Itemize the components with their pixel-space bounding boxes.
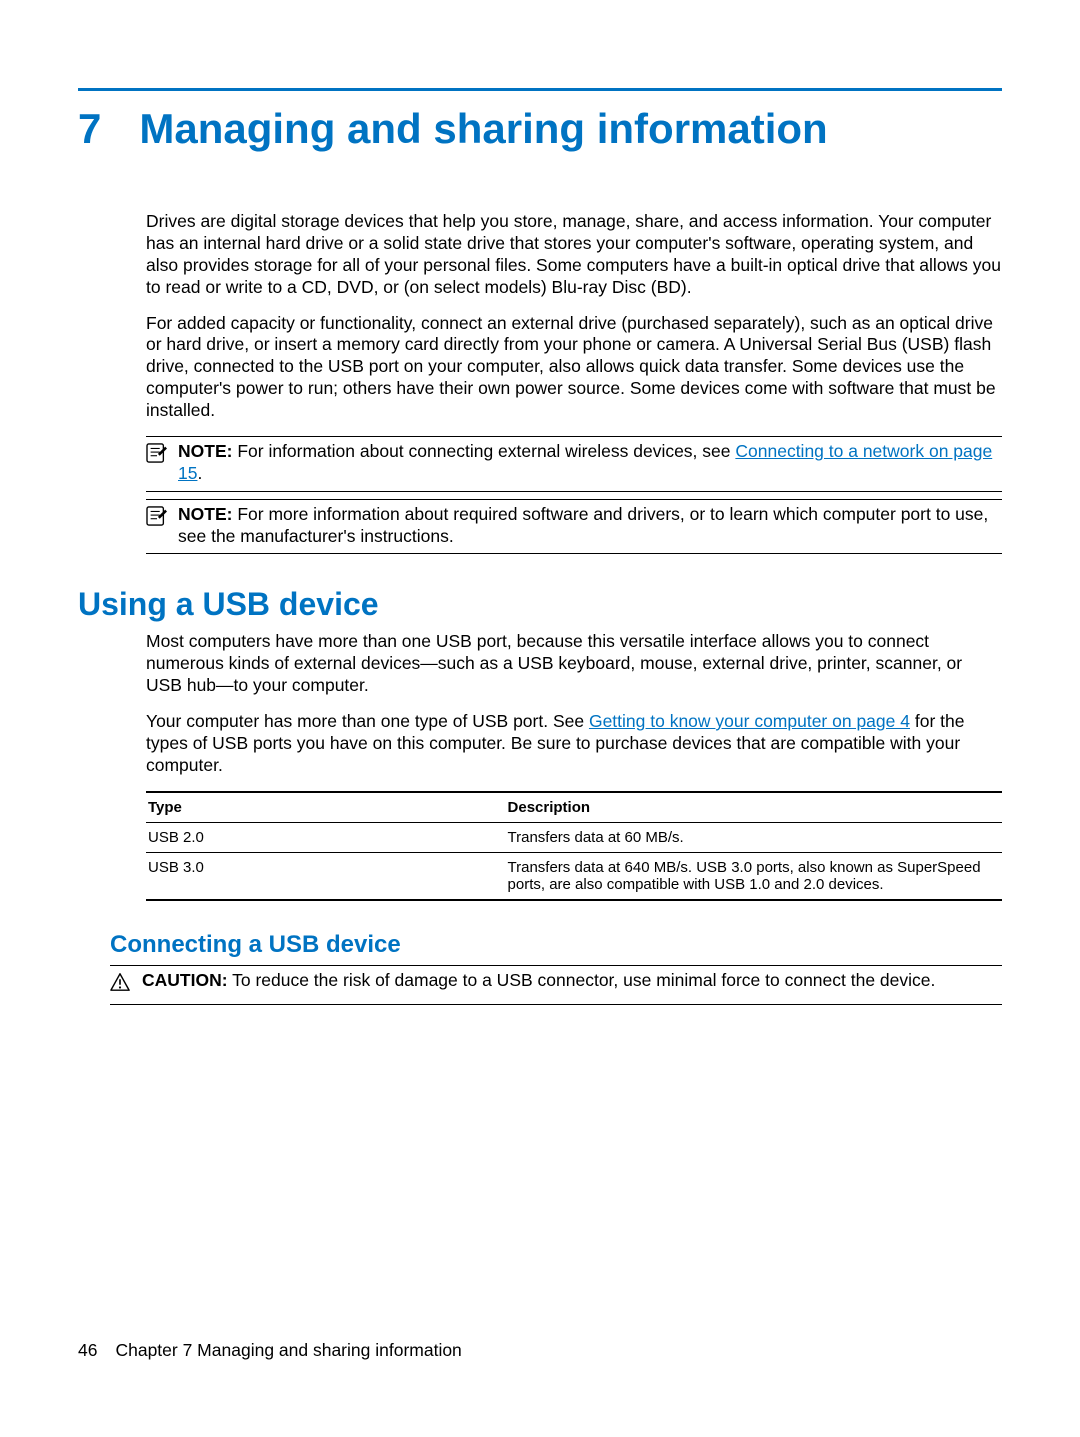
note-icon — [146, 504, 170, 548]
cell-type: USB 3.0 — [146, 852, 506, 900]
usb-p2-pre: Your computer has more than one type of … — [146, 711, 589, 731]
note-2: NOTE: For more information about require… — [146, 499, 1002, 555]
usb-para-1: Most computers have more than one USB po… — [146, 631, 1002, 697]
intro-para-1: Drives are digital storage devices that … — [146, 211, 1002, 299]
page-footer: 46 Chapter 7 Managing and sharing inform… — [78, 1340, 462, 1361]
page-content: 7 Managing and sharing information Drive… — [78, 88, 1002, 1437]
section-using-usb: Using a USB device — [78, 586, 1002, 623]
note-1-pre: For information about connecting externa… — [237, 441, 735, 461]
note-2-body: NOTE: For more information about require… — [178, 504, 1002, 548]
intro-block: Drives are digital storage devices that … — [146, 211, 1002, 554]
intro-para-2: For added capacity or functionality, con… — [146, 313, 1002, 422]
caution-label: CAUTION: — [142, 970, 228, 990]
top-rule — [78, 88, 1002, 91]
caution: CAUTION: To reduce the risk of damage to… — [110, 965, 1002, 1005]
note-1-body: NOTE: For information about connecting e… — [178, 441, 1002, 485]
page-number: 46 — [78, 1340, 97, 1361]
cell-type: USB 2.0 — [146, 822, 506, 852]
connecting-block: Connecting a USB device CAUTION: To redu… — [146, 931, 1002, 1005]
note-label: NOTE: — [178, 504, 232, 524]
usb-table: Type Description USB 2.0 Transfers data … — [146, 791, 1002, 901]
note-1-post: . — [197, 463, 202, 483]
note-label: NOTE: — [178, 441, 232, 461]
caution-body: CAUTION: To reduce the risk of damage to… — [142, 970, 1002, 998]
usb-para-2: Your computer has more than one type of … — [146, 711, 1002, 777]
chapter-heading: 7 Managing and sharing information — [78, 107, 1002, 151]
cell-desc: Transfers data at 640 MB/s. USB 3.0 port… — [506, 852, 1002, 900]
usb-body: Most computers have more than one USB po… — [146, 631, 1002, 900]
cell-desc: Transfers data at 60 MB/s. — [506, 822, 1002, 852]
note-icon — [146, 441, 170, 485]
chapter-title: Managing and sharing information — [139, 107, 827, 151]
warning-icon — [110, 970, 134, 998]
table-row: USB 3.0 Transfers data at 640 MB/s. USB … — [146, 852, 1002, 900]
note-1: NOTE: For information about connecting e… — [146, 436, 1002, 492]
table-row: USB 2.0 Transfers data at 60 MB/s. — [146, 822, 1002, 852]
footer-chapter-ref: Chapter 7 Managing and sharing informati… — [115, 1340, 461, 1361]
table-header-row: Type Description — [146, 792, 1002, 823]
th-type: Type — [146, 792, 506, 823]
chapter-number: 7 — [78, 108, 101, 150]
caution-text: To reduce the risk of damage to a USB co… — [232, 970, 935, 990]
th-desc: Description — [506, 792, 1002, 823]
note-2-text: For more information about required soft… — [178, 504, 988, 546]
subsection-connecting: Connecting a USB device — [110, 931, 1002, 959]
usb-p2-link[interactable]: Getting to know your computer on page 4 — [589, 711, 910, 731]
